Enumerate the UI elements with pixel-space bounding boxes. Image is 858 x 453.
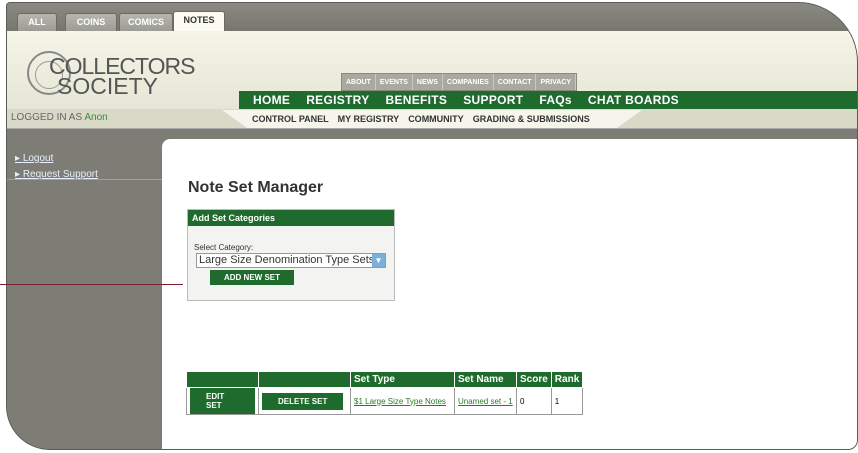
table-header-row: Set Type Set Name Score Rank <box>186 371 584 388</box>
nav-faqs[interactable]: FAQs <box>539 91 572 109</box>
subnav-grading-submissions[interactable]: GRADING & SUBMISSIONS <box>473 110 590 128</box>
subnav-community[interactable]: COMMUNITY <box>408 110 464 128</box>
sidebar-divider <box>7 179 162 180</box>
header-delete <box>258 371 351 388</box>
tab-all[interactable]: ALL <box>17 13 57 31</box>
header-edit <box>186 371 259 388</box>
chevron-down-icon[interactable]: ▼ <box>372 254 385 267</box>
page-title: Note Set Manager <box>188 179 324 196</box>
logged-in-status: LOGGED IN AS Anon <box>11 112 108 123</box>
delete-cell: DELETE SET <box>258 387 351 415</box>
panel-title: Add Set Categories <box>188 210 394 226</box>
nav-news[interactable]: NEWS <box>413 74 443 90</box>
header-set-type: Set Type <box>350 371 455 388</box>
add-new-set-button[interactable]: ADD NEW SET <box>210 270 294 285</box>
set-name-link[interactable]: Unamed set - 1 <box>458 397 513 406</box>
nav-chat-boards[interactable]: CHAT BOARDS <box>588 91 679 109</box>
table-row: EDIT SET DELETE SET $1 Large Size Type N… <box>186 387 584 415</box>
tab-coins[interactable]: COINS <box>65 13 117 31</box>
nav-contact[interactable]: CONTACT <box>494 74 537 90</box>
category-select-value: Large Size Denomination Type Sets <box>199 254 375 266</box>
pointer-line <box>0 284 183 285</box>
subnav-control-panel[interactable]: CONTROL PANEL <box>252 110 329 128</box>
nav-events[interactable]: EVENTS <box>376 74 413 90</box>
sub-nav: CONTROL PANEL MY REGISTRY COMMUNITY GRAD… <box>222 110 642 128</box>
edit-set-button[interactable]: EDIT SET <box>190 388 255 414</box>
add-set-categories-panel: Add Set Categories Select Category: Larg… <box>187 209 395 301</box>
set-type-cell: $1 Large Size Type Notes <box>350 387 455 415</box>
subnav-my-registry[interactable]: MY REGISTRY <box>338 110 400 128</box>
logout-link[interactable]: ▸ Logout <box>15 153 53 164</box>
nav-about[interactable]: ABOUT <box>342 74 376 90</box>
set-name-cell: Unamed set - 1 <box>454 387 517 415</box>
nav-privacy[interactable]: PRIVACY <box>536 74 577 90</box>
nav-home[interactable]: HOME <box>253 91 290 109</box>
edit-cell: EDIT SET <box>186 387 259 415</box>
nav-registry[interactable]: REGISTRY <box>306 91 369 109</box>
header-set-name: Set Name <box>454 371 517 388</box>
sidebar: ▸ Logout ▸ Request Support <box>7 129 162 449</box>
logged-in-label: LOGGED IN AS <box>11 112 83 123</box>
select-category-label: Select Category: <box>194 243 254 252</box>
content-area: Note Set Manager Add Set Categories Sele… <box>162 139 857 449</box>
category-select[interactable]: Large Size Denomination Type Sets ▼ <box>196 253 386 268</box>
page: ALL COINS COMICS NOTES COLLECTORS SOCIET… <box>0 0 858 453</box>
nav-support[interactable]: SUPPORT <box>463 91 523 109</box>
top-tab-bar: ALL COINS COMICS NOTES <box>7 3 857 31</box>
window-frame: ALL COINS COMICS NOTES COLLECTORS SOCIET… <box>6 2 858 450</box>
header-score: Score <box>516 371 552 388</box>
logo-text-line2: SOCIETY <box>57 73 158 99</box>
delete-set-button[interactable]: DELETE SET <box>262 392 344 410</box>
header-rank: Rank <box>550 371 584 388</box>
tab-comics[interactable]: COMICS <box>119 13 173 31</box>
main-nav: HOME REGISTRY BENEFITS SUPPORT FAQs CHAT… <box>239 91 857 109</box>
collectors-society-logo[interactable]: COLLECTORS SOCIETY <box>27 49 197 103</box>
logged-in-user: Anon <box>84 112 108 123</box>
tab-notes[interactable]: NOTES <box>173 11 225 31</box>
nav-benefits[interactable]: BENEFITS <box>386 91 448 109</box>
sets-table: Set Type Set Name Score Rank EDIT SET DE… <box>186 371 584 415</box>
nav-companies[interactable]: COMPANIES <box>443 74 494 90</box>
score-cell: 0 <box>516 387 552 415</box>
set-type-link[interactable]: $1 Large Size Type Notes <box>354 397 446 406</box>
small-nav: ABOUT EVENTS NEWS COMPANIES CONTACT PRIV… <box>341 73 578 91</box>
rank-cell: 1 <box>550 387 584 415</box>
